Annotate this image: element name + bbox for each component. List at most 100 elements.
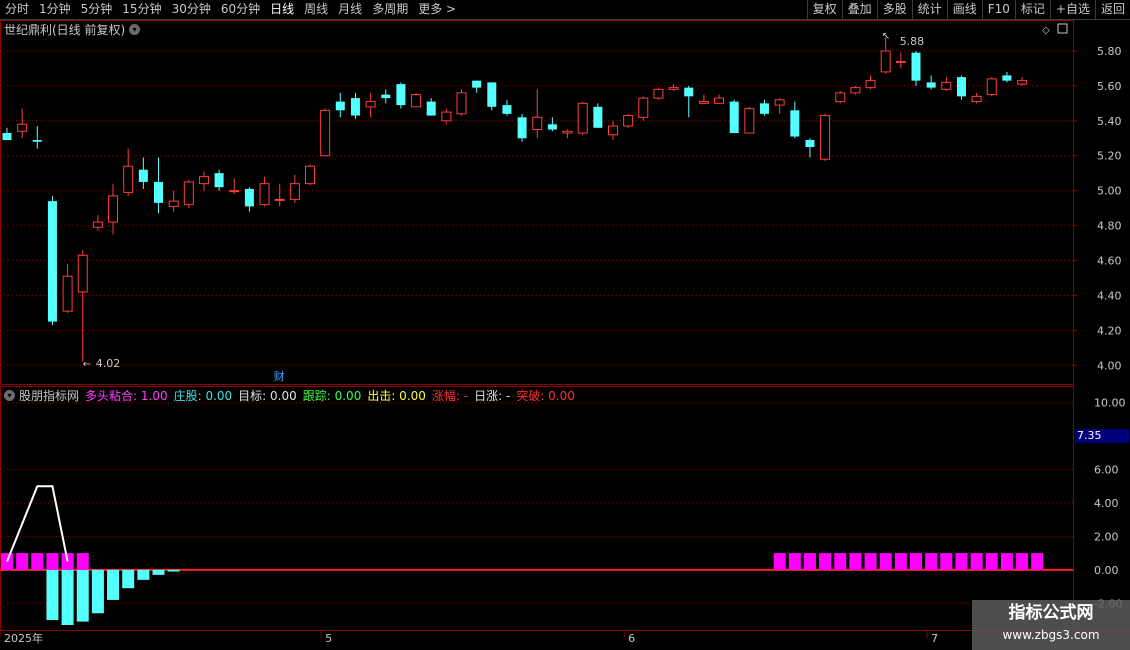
candle-body (790, 110, 800, 137)
magenta-block (1016, 553, 1029, 570)
candle-body (274, 198, 285, 201)
candle-body (138, 169, 148, 182)
magenta-block (1, 553, 13, 570)
magenta-block (879, 553, 892, 570)
high-price-label: 5.88 (900, 35, 925, 48)
candle-body (320, 109, 331, 157)
price-tick-label: 4.20 (1097, 324, 1122, 337)
candle-body (850, 87, 861, 94)
magenta-block (925, 553, 938, 570)
candle-body (2, 133, 12, 141)
watermark-line1: 指标公式网 (1008, 603, 1094, 623)
price-tick-label: 4.40 (1097, 289, 1122, 302)
candle-body (289, 183, 300, 200)
candle-body (229, 190, 240, 193)
candle-body (986, 78, 997, 96)
price-tick-label: 4.60 (1097, 254, 1122, 267)
candle-body (47, 201, 57, 322)
candle-body (17, 123, 28, 132)
candle-body (441, 111, 452, 122)
candle-body (698, 101, 709, 104)
candle-body (956, 77, 966, 97)
candle-body (381, 94, 391, 99)
time-tick-label: 6 (628, 632, 635, 645)
price-tick-label: 5.00 (1097, 185, 1122, 198)
candle-body (365, 101, 376, 108)
chart-canvas: 5.80 5.60 5.40 5.20 5.00 4.80 4.60 4.40 4.20 4.00… (0, 20, 1130, 645)
magenta-block (940, 553, 953, 570)
candle-body (684, 87, 694, 97)
indicator-bar (107, 569, 120, 600)
magenta-block (803, 553, 816, 570)
candle-body (1017, 80, 1028, 85)
price-tick-label: 5.80 (1097, 45, 1122, 58)
magenta-block (955, 553, 968, 570)
low-arrow-icon: ← (83, 359, 91, 370)
candle-body (411, 94, 422, 108)
candle-body (62, 275, 73, 312)
candle-body (123, 165, 134, 193)
candle-body (456, 92, 467, 115)
candle-body (714, 97, 725, 104)
indicator-bar (46, 569, 59, 620)
candle-body (926, 82, 936, 88)
indicator-bar (167, 569, 180, 572)
candle-body (244, 188, 254, 207)
magenta-block (1000, 553, 1013, 570)
low-price-label: 4.02 (96, 357, 121, 370)
candle-body (577, 102, 588, 134)
magenta-block (894, 553, 907, 570)
price-tick-label: 5.40 (1097, 115, 1122, 128)
candle-body (487, 82, 497, 107)
watermark-line2: www.zbgs3.com (1002, 628, 1100, 642)
magenta-block (773, 553, 786, 570)
candle-body (502, 105, 512, 114)
magenta-block (31, 553, 44, 570)
indicator-panel-border (0, 386, 1074, 631)
candle-body (92, 221, 103, 228)
indicator-bar (76, 569, 89, 622)
candle-body (760, 103, 769, 114)
indicator-tick-label: 0.00 (1094, 564, 1119, 577)
watermark: 指标公式网 www.zbgs3.com (972, 600, 1130, 650)
candle-body (941, 81, 952, 90)
magenta-block (46, 553, 59, 570)
candle-body (305, 165, 315, 185)
candle-body (168, 200, 179, 207)
settings-square-icon (1057, 23, 1068, 34)
candle-body (971, 95, 982, 103)
candle-body (1002, 75, 1012, 81)
candle-body (895, 60, 906, 63)
candle-body (335, 101, 345, 111)
finance-marker: 财 (274, 369, 285, 383)
diamond-icon: ◇ (1042, 25, 1050, 36)
price-tick-label: 4.00 (1097, 359, 1122, 372)
candle-body (593, 106, 603, 128)
candle-body (805, 140, 815, 147)
time-tick-label: 2025年 (4, 631, 43, 645)
candle-body (198, 176, 209, 185)
candle-body (472, 80, 482, 88)
time-tick-label: 5 (325, 632, 332, 645)
candle-body (426, 101, 436, 116)
candle-body (562, 130, 573, 134)
candle-body (729, 101, 739, 134)
magenta-block (864, 553, 877, 570)
indicator-bar (91, 569, 104, 614)
candle-body (214, 173, 224, 188)
indicator-bar (137, 569, 150, 580)
magenta-block (76, 553, 89, 570)
indicator-bar (152, 569, 165, 575)
candle-body (835, 92, 846, 103)
magenta-block (970, 553, 983, 570)
magenta-block (910, 553, 922, 570)
indicator-tick-label: 2.00 (1094, 530, 1119, 543)
indicator-bar (122, 569, 135, 589)
time-tick-label: 7 (931, 632, 938, 645)
candle-body (154, 181, 163, 203)
magenta-block (61, 553, 74, 570)
candle-body (547, 124, 557, 130)
candle-body (517, 117, 527, 139)
candle-body (668, 87, 679, 90)
indicator-tick-label: 10.00 (1094, 397, 1126, 410)
